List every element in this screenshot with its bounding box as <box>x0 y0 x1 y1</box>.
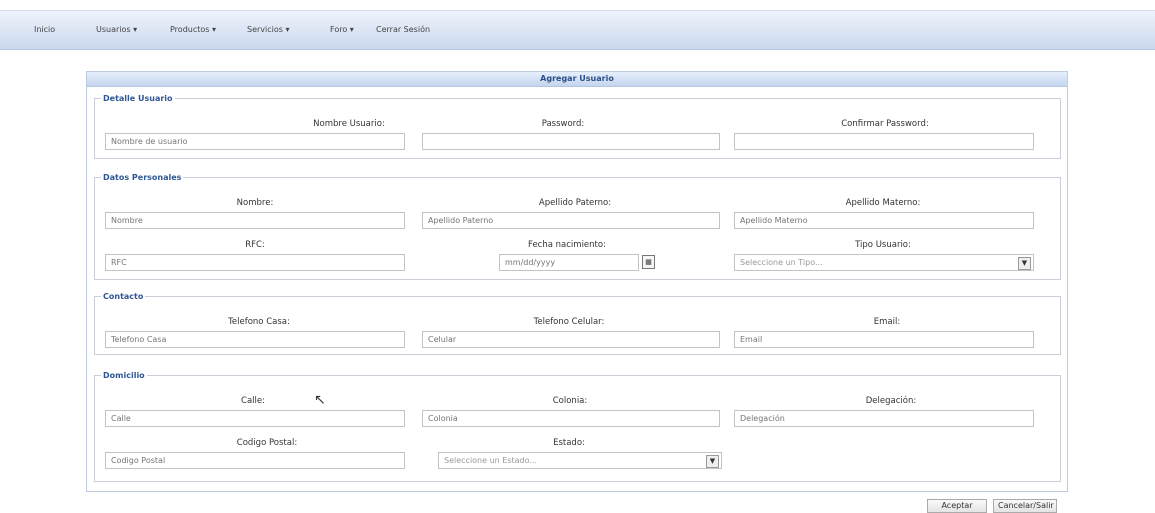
mouse-cursor-icon: ↖ <box>314 392 326 408</box>
nav-productos[interactable]: Productos ▾ <box>170 25 216 34</box>
nombre-label: Nombre: <box>236 198 274 208</box>
nav-servicios[interactable]: Servicios ▾ <box>247 25 290 34</box>
fecha-nacimiento-input[interactable] <box>499 254 639 271</box>
rfc-label: RFC: <box>245 240 265 250</box>
estado-select[interactable]: Seleccione un Estado... ▼ <box>438 452 722 469</box>
fecha-nacimiento-label: Fecha nacimiento: <box>528 240 606 250</box>
calle-input[interactable] <box>105 410 405 427</box>
domicilio-legend: Domicilio <box>103 371 145 380</box>
apellido-paterno-label: Apellido Paterno: <box>538 198 612 208</box>
datos-personales-section: Datos Personales Nombre: Apellido Patern… <box>94 173 1061 280</box>
nav-inicio[interactable]: Inicio <box>34 25 55 34</box>
tipo-usuario-label: Tipo Usuario: <box>855 240 911 250</box>
nav-foro[interactable]: Foro ▾ <box>330 25 354 34</box>
confirmar-password-input[interactable] <box>734 133 1034 150</box>
telefono-casa-label: Telefono Casa: <box>228 317 290 327</box>
agregar-usuario-panel: Agregar Usuario Detalle Usuario Nombre U… <box>86 71 1068 492</box>
estado-label: Estado: <box>553 438 585 448</box>
codigo-postal-input[interactable] <box>105 452 405 469</box>
apellido-materno-input[interactable] <box>734 212 1034 229</box>
email-label: Email: <box>873 317 901 327</box>
colonia-label: Colonia: <box>552 396 588 406</box>
nav-cerrar-sesion[interactable]: Cerrar Sesión <box>376 25 430 34</box>
password-label: Password: <box>541 119 585 129</box>
top-navbar: Inicio Usuarios ▾ Productos ▾ Servicios … <box>0 10 1155 50</box>
rfc-input[interactable] <box>105 254 405 271</box>
domicilio-section: Domicilio Calle: Colonia: Delegación: Co… <box>94 371 1061 482</box>
apellido-paterno-input[interactable] <box>422 212 720 229</box>
delegacion-label: Delegación: <box>865 396 917 406</box>
aceptar-button[interactable]: Aceptar <box>927 499 987 513</box>
password-input[interactable] <box>422 133 720 150</box>
contacto-section: Contacto Telefono Casa: Telefono Celular… <box>94 292 1061 355</box>
email-input[interactable] <box>734 331 1034 348</box>
chevron-down-icon: ▼ <box>706 455 719 468</box>
tipo-usuario-value: Seleccione un Tipo... <box>740 258 823 267</box>
datos-personales-legend: Datos Personales <box>103 173 182 182</box>
panel-title: Agregar Usuario <box>87 72 1067 87</box>
calendar-icon[interactable]: ▦ <box>642 255 655 269</box>
nombre-usuario-input[interactable] <box>105 133 405 150</box>
nombre-input[interactable] <box>105 212 405 229</box>
nav-usuarios[interactable]: Usuarios ▾ <box>96 25 137 34</box>
telefono-celular-label: Telefono Celular: <box>533 317 605 327</box>
estado-value: Seleccione un Estado... <box>444 456 537 465</box>
contacto-legend: Contacto <box>103 292 144 301</box>
chevron-down-icon: ▼ <box>1018 257 1031 270</box>
tipo-usuario-select[interactable]: Seleccione un Tipo... ▼ <box>734 254 1034 271</box>
codigo-postal-label: Codigo Postal: <box>236 438 298 448</box>
calle-label: Calle: <box>241 396 265 406</box>
cancelar-salir-button[interactable]: Cancelar/Salir <box>993 499 1057 513</box>
colonia-input[interactable] <box>422 410 720 427</box>
telefono-casa-input[interactable] <box>105 331 405 348</box>
apellido-materno-label: Apellido Materno: <box>845 198 921 208</box>
detalle-usuario-section: Detalle Usuario Nombre Usuario: Password… <box>94 94 1061 159</box>
telefono-celular-input[interactable] <box>422 331 720 348</box>
delegacion-input[interactable] <box>734 410 1034 427</box>
detalle-usuario-legend: Detalle Usuario <box>103 94 173 103</box>
confirmar-password-label: Confirmar Password: <box>841 119 929 129</box>
